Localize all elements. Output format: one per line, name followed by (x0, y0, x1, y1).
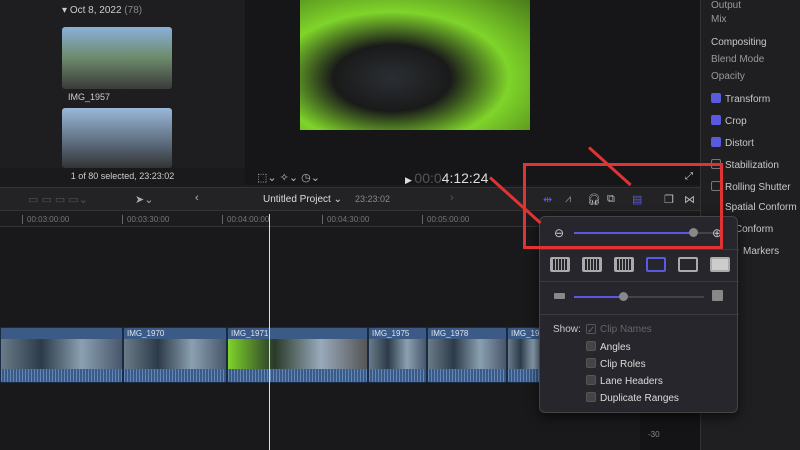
back-button[interactable]: ‹ (195, 192, 199, 204)
clip-thumbnail[interactable] (62, 27, 172, 89)
label: Crop (725, 116, 747, 127)
timecode-display[interactable]: ▶ 00:04:12:24 (405, 170, 488, 186)
appearance-option-icon[interactable] (646, 257, 666, 272)
clip-name: IMG_1957 (68, 92, 111, 102)
appearance-options (550, 257, 730, 273)
ruler-tick: 00:03:30:00 (122, 215, 169, 224)
project-duration: 23:23:02 (355, 194, 391, 204)
option-duplicate-ranges[interactable]: Duplicate Ranges (586, 392, 679, 404)
option-clip-names[interactable]: ✓ Clip Names (586, 324, 652, 336)
inspector-section[interactable]: Markers (743, 246, 779, 257)
label: Clip Names (600, 324, 652, 335)
option-clip-roles[interactable]: Clip Roles (586, 358, 646, 370)
viewer-image (300, 0, 530, 130)
inspector-row: Mix (711, 14, 727, 25)
option-lane-headers[interactable]: Lane Headers (586, 375, 663, 387)
ruler-tick: 00:04:00:00 (222, 215, 269, 224)
transform-tool-icon[interactable]: ⬚⌄ ✧⌄ ◷⌄ (257, 171, 320, 184)
appearance-option-icon[interactable] (550, 257, 570, 272)
label: Rolling Shutter (725, 182, 791, 193)
timeline-clip[interactable]: IMG_1971 (227, 327, 368, 383)
timeline-clip[interactable]: IMG_1975 (368, 327, 427, 383)
label: Lane Headers (600, 376, 663, 387)
inspector-row: Output (711, 0, 742, 11)
timeline-clip[interactable]: IMG_1978 (427, 327, 507, 383)
project-name: Untitled Project (263, 194, 331, 205)
inspector-row: Opacity (711, 71, 745, 82)
forward-button[interactable]: › (450, 192, 454, 204)
meter-label: -30 (648, 430, 660, 439)
ruler-tick: 00:03:00:00 (22, 215, 69, 224)
timecode-dim: 00:0 (414, 170, 442, 186)
check-crop[interactable]: Crop (711, 115, 747, 127)
group-count: (78) (124, 5, 143, 16)
clip-thumbnail[interactable] (62, 108, 172, 168)
option-angles[interactable]: Angles (586, 341, 631, 353)
append-clip-icon[interactable]: ▭ ▭ ▭ ▭⌄ (28, 193, 88, 206)
timeline-clip[interactable]: IMG_1970 (123, 327, 227, 383)
large-clip-height-icon (712, 290, 723, 301)
label: Angles (600, 342, 631, 353)
inspector-row: Compositing (711, 37, 767, 48)
date-label: Oct 8, 2022 (69, 5, 122, 16)
ruler-tick: 00:05:00:00 (422, 215, 469, 224)
selection-status: 1 of 80 selected, 23:23:02 (0, 168, 245, 185)
appearance-option-icon[interactable] (582, 257, 602, 272)
appearance-option-icon[interactable] (678, 257, 698, 272)
appearance-option-icon[interactable] (710, 257, 730, 272)
label: Stabilization (725, 160, 779, 171)
label: Distort (725, 138, 754, 149)
timecode-value: 4:12:24 (441, 170, 489, 186)
timeline-clip[interactable] (0, 327, 123, 383)
inspector-row: Blend Mode (711, 54, 765, 65)
ruler-tick: 00:04:30:00 (322, 215, 369, 224)
viewer-panel: ⬚⌄ ✧⌄ ◷⌄ ▶ 00:04:12:24 ⤢ (245, 0, 700, 186)
project-name-menu[interactable]: Untitled Project ⌄ (263, 194, 342, 205)
show-label: Show: (553, 324, 581, 335)
label: Transform (725, 94, 771, 105)
inspector-section[interactable]: Spatial Conform (725, 202, 797, 213)
date-group-header[interactable]: ▾ Oct 8, 2022 (78) (62, 5, 142, 16)
browser-panel: ▾ Oct 8, 2022 (78) IMG_1957 1 of 80 sele… (0, 0, 245, 185)
label: Duplicate Ranges (600, 393, 679, 404)
appearance-option-icon[interactable] (614, 257, 634, 272)
clip-height-slider[interactable] (574, 292, 704, 301)
check-transform[interactable]: Transform (711, 93, 770, 105)
check-distort[interactable]: Distort (711, 137, 754, 149)
select-tool-icon[interactable]: ➤⌄ (135, 193, 153, 206)
label: Clip Roles (600, 359, 646, 370)
small-clip-height-icon (554, 293, 565, 299)
playhead[interactable] (269, 214, 270, 450)
